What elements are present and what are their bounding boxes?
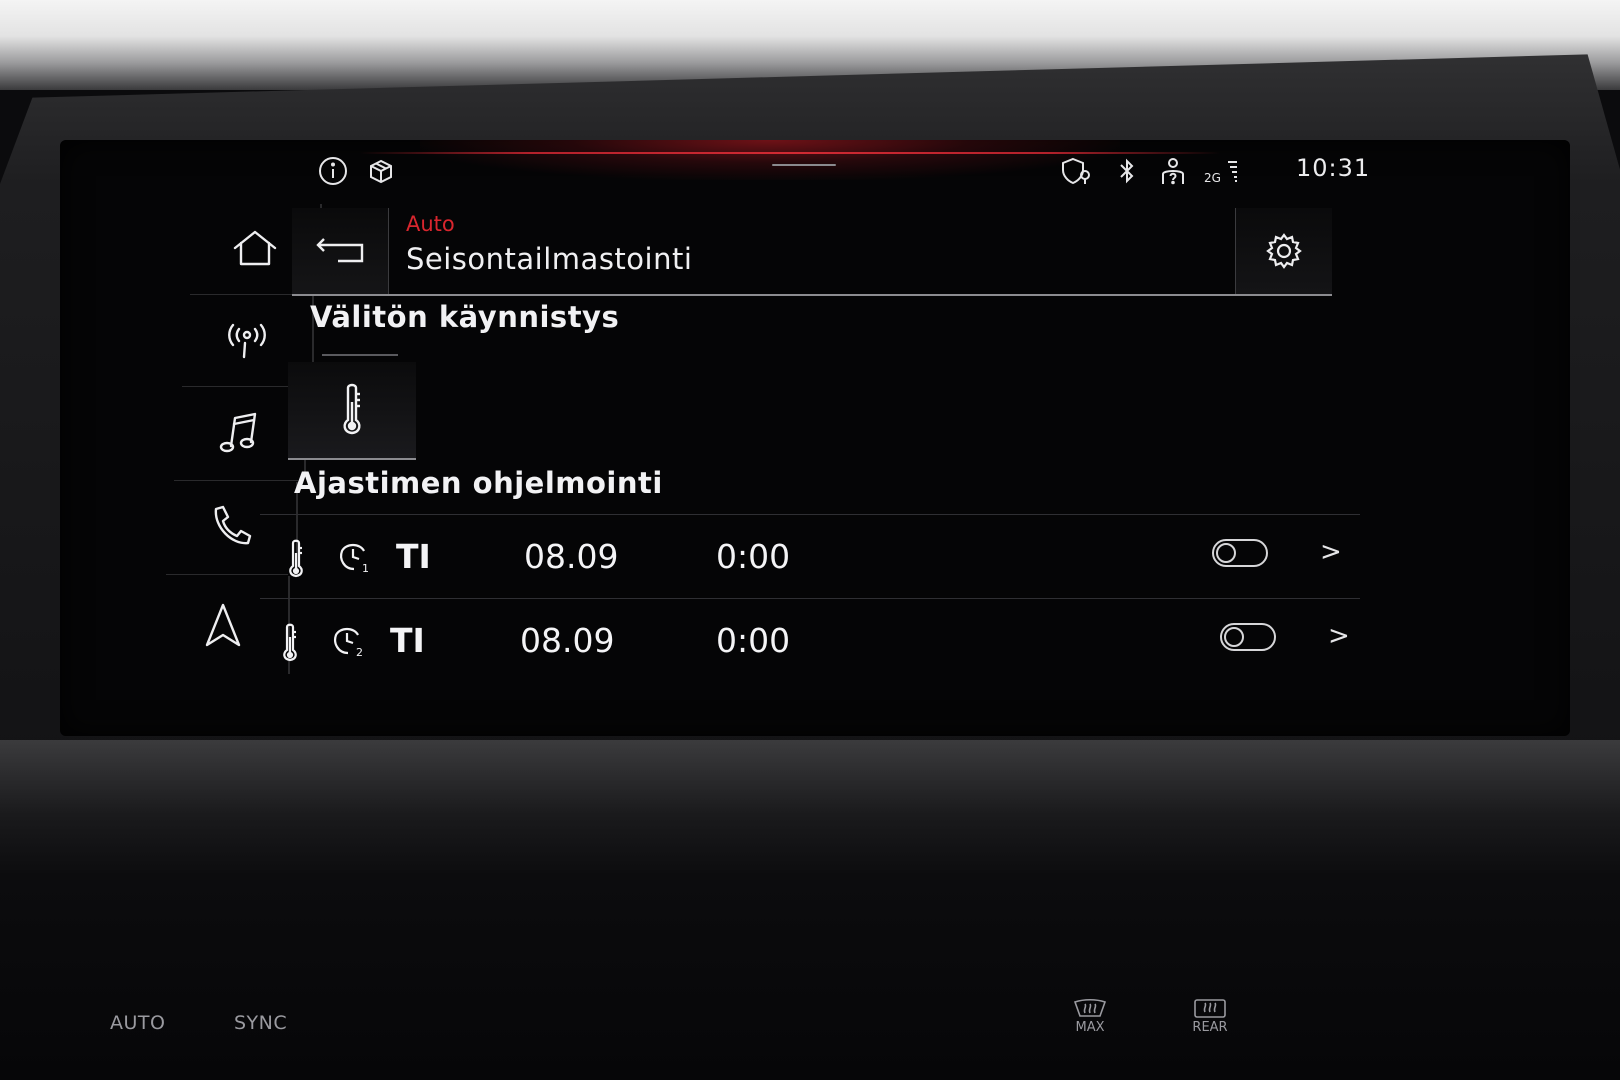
user-help-icon[interactable] bbox=[1156, 154, 1190, 188]
status-clock: 10:31 bbox=[1296, 154, 1371, 182]
timer-date: 08.09 bbox=[524, 537, 619, 576]
timer-date: 08.09 bbox=[520, 621, 615, 660]
network-type-label: 2G bbox=[1204, 171, 1221, 185]
thermometer-icon bbox=[280, 623, 300, 667]
settings-button[interactable] bbox=[1235, 208, 1332, 294]
max-label: MAX bbox=[1075, 1020, 1105, 1035]
timer-time: 0:00 bbox=[716, 621, 791, 660]
back-button[interactable] bbox=[292, 208, 389, 294]
timer-day: TI bbox=[396, 537, 431, 576]
chevron-right-icon[interactable]: > bbox=[1328, 621, 1350, 651]
windshield-defrost-icon bbox=[1073, 998, 1107, 1017]
radio-antenna-icon bbox=[228, 323, 266, 359]
rear-defrost-button[interactable]: REAR bbox=[1192, 998, 1228, 1035]
home-icon bbox=[233, 230, 277, 266]
infotainment-screen: 2G 10:31 Auto Seisontailmastointi Välitö… bbox=[60, 140, 1570, 736]
gear-icon bbox=[1266, 233, 1302, 269]
timer-row-1[interactable]: 1 TI 08.09 0:00 > bbox=[260, 514, 1360, 599]
climate-sync-button[interactable]: SYNC bbox=[234, 1012, 287, 1034]
music-note-icon bbox=[219, 412, 257, 453]
toggle-knob bbox=[1224, 627, 1244, 647]
chevron-right-icon[interactable]: > bbox=[1320, 537, 1342, 567]
max-defrost-button[interactable]: MAX bbox=[1072, 998, 1108, 1035]
timer-toggle[interactable] bbox=[1220, 623, 1276, 651]
timer-programming-title: Ajastimen ohjelmointi bbox=[294, 466, 663, 500]
svg-text:1: 1 bbox=[362, 562, 369, 575]
svg-text:2: 2 bbox=[356, 646, 363, 659]
climate-auto-button[interactable]: AUTO bbox=[110, 1012, 165, 1034]
navigation-arrow-icon bbox=[205, 603, 241, 647]
timer-time: 0:00 bbox=[716, 537, 791, 576]
box-icon[interactable] bbox=[364, 154, 398, 188]
immediate-start-title: Välitön käynnistys bbox=[310, 300, 620, 334]
tile-indicator bbox=[322, 354, 398, 356]
toggle-knob bbox=[1216, 543, 1236, 563]
timer-row-2[interactable]: 2 TI 08.09 0:00 > bbox=[260, 598, 1360, 683]
sidebar-item-media[interactable] bbox=[174, 388, 306, 476]
status-bar: 2G 10:31 bbox=[60, 140, 1570, 200]
rear-window-defrost-icon bbox=[1194, 999, 1226, 1018]
privacy-location-icon[interactable] bbox=[1060, 154, 1094, 188]
timer-day: TI bbox=[390, 621, 425, 660]
phone-icon bbox=[214, 505, 252, 545]
bluetooth-icon[interactable] bbox=[1110, 154, 1144, 188]
timer-clock-icon: 2 bbox=[330, 623, 366, 663]
rear-label: REAR bbox=[1192, 1020, 1228, 1035]
timer-clock-icon: 1 bbox=[336, 539, 372, 579]
header-bar: Auto Seisontailmastointi bbox=[292, 208, 1332, 296]
thermometer-icon bbox=[343, 383, 361, 435]
timer-toggle[interactable] bbox=[1212, 539, 1268, 567]
back-arrow-icon bbox=[316, 238, 364, 263]
thermometer-icon bbox=[286, 539, 306, 583]
signal-icon: 2G bbox=[1202, 154, 1246, 188]
immediate-start-button[interactable] bbox=[288, 362, 416, 460]
page-title: Seisontailmastointi bbox=[406, 242, 693, 276]
info-icon[interactable] bbox=[316, 154, 350, 188]
breadcrumb[interactable]: Auto bbox=[406, 212, 455, 236]
